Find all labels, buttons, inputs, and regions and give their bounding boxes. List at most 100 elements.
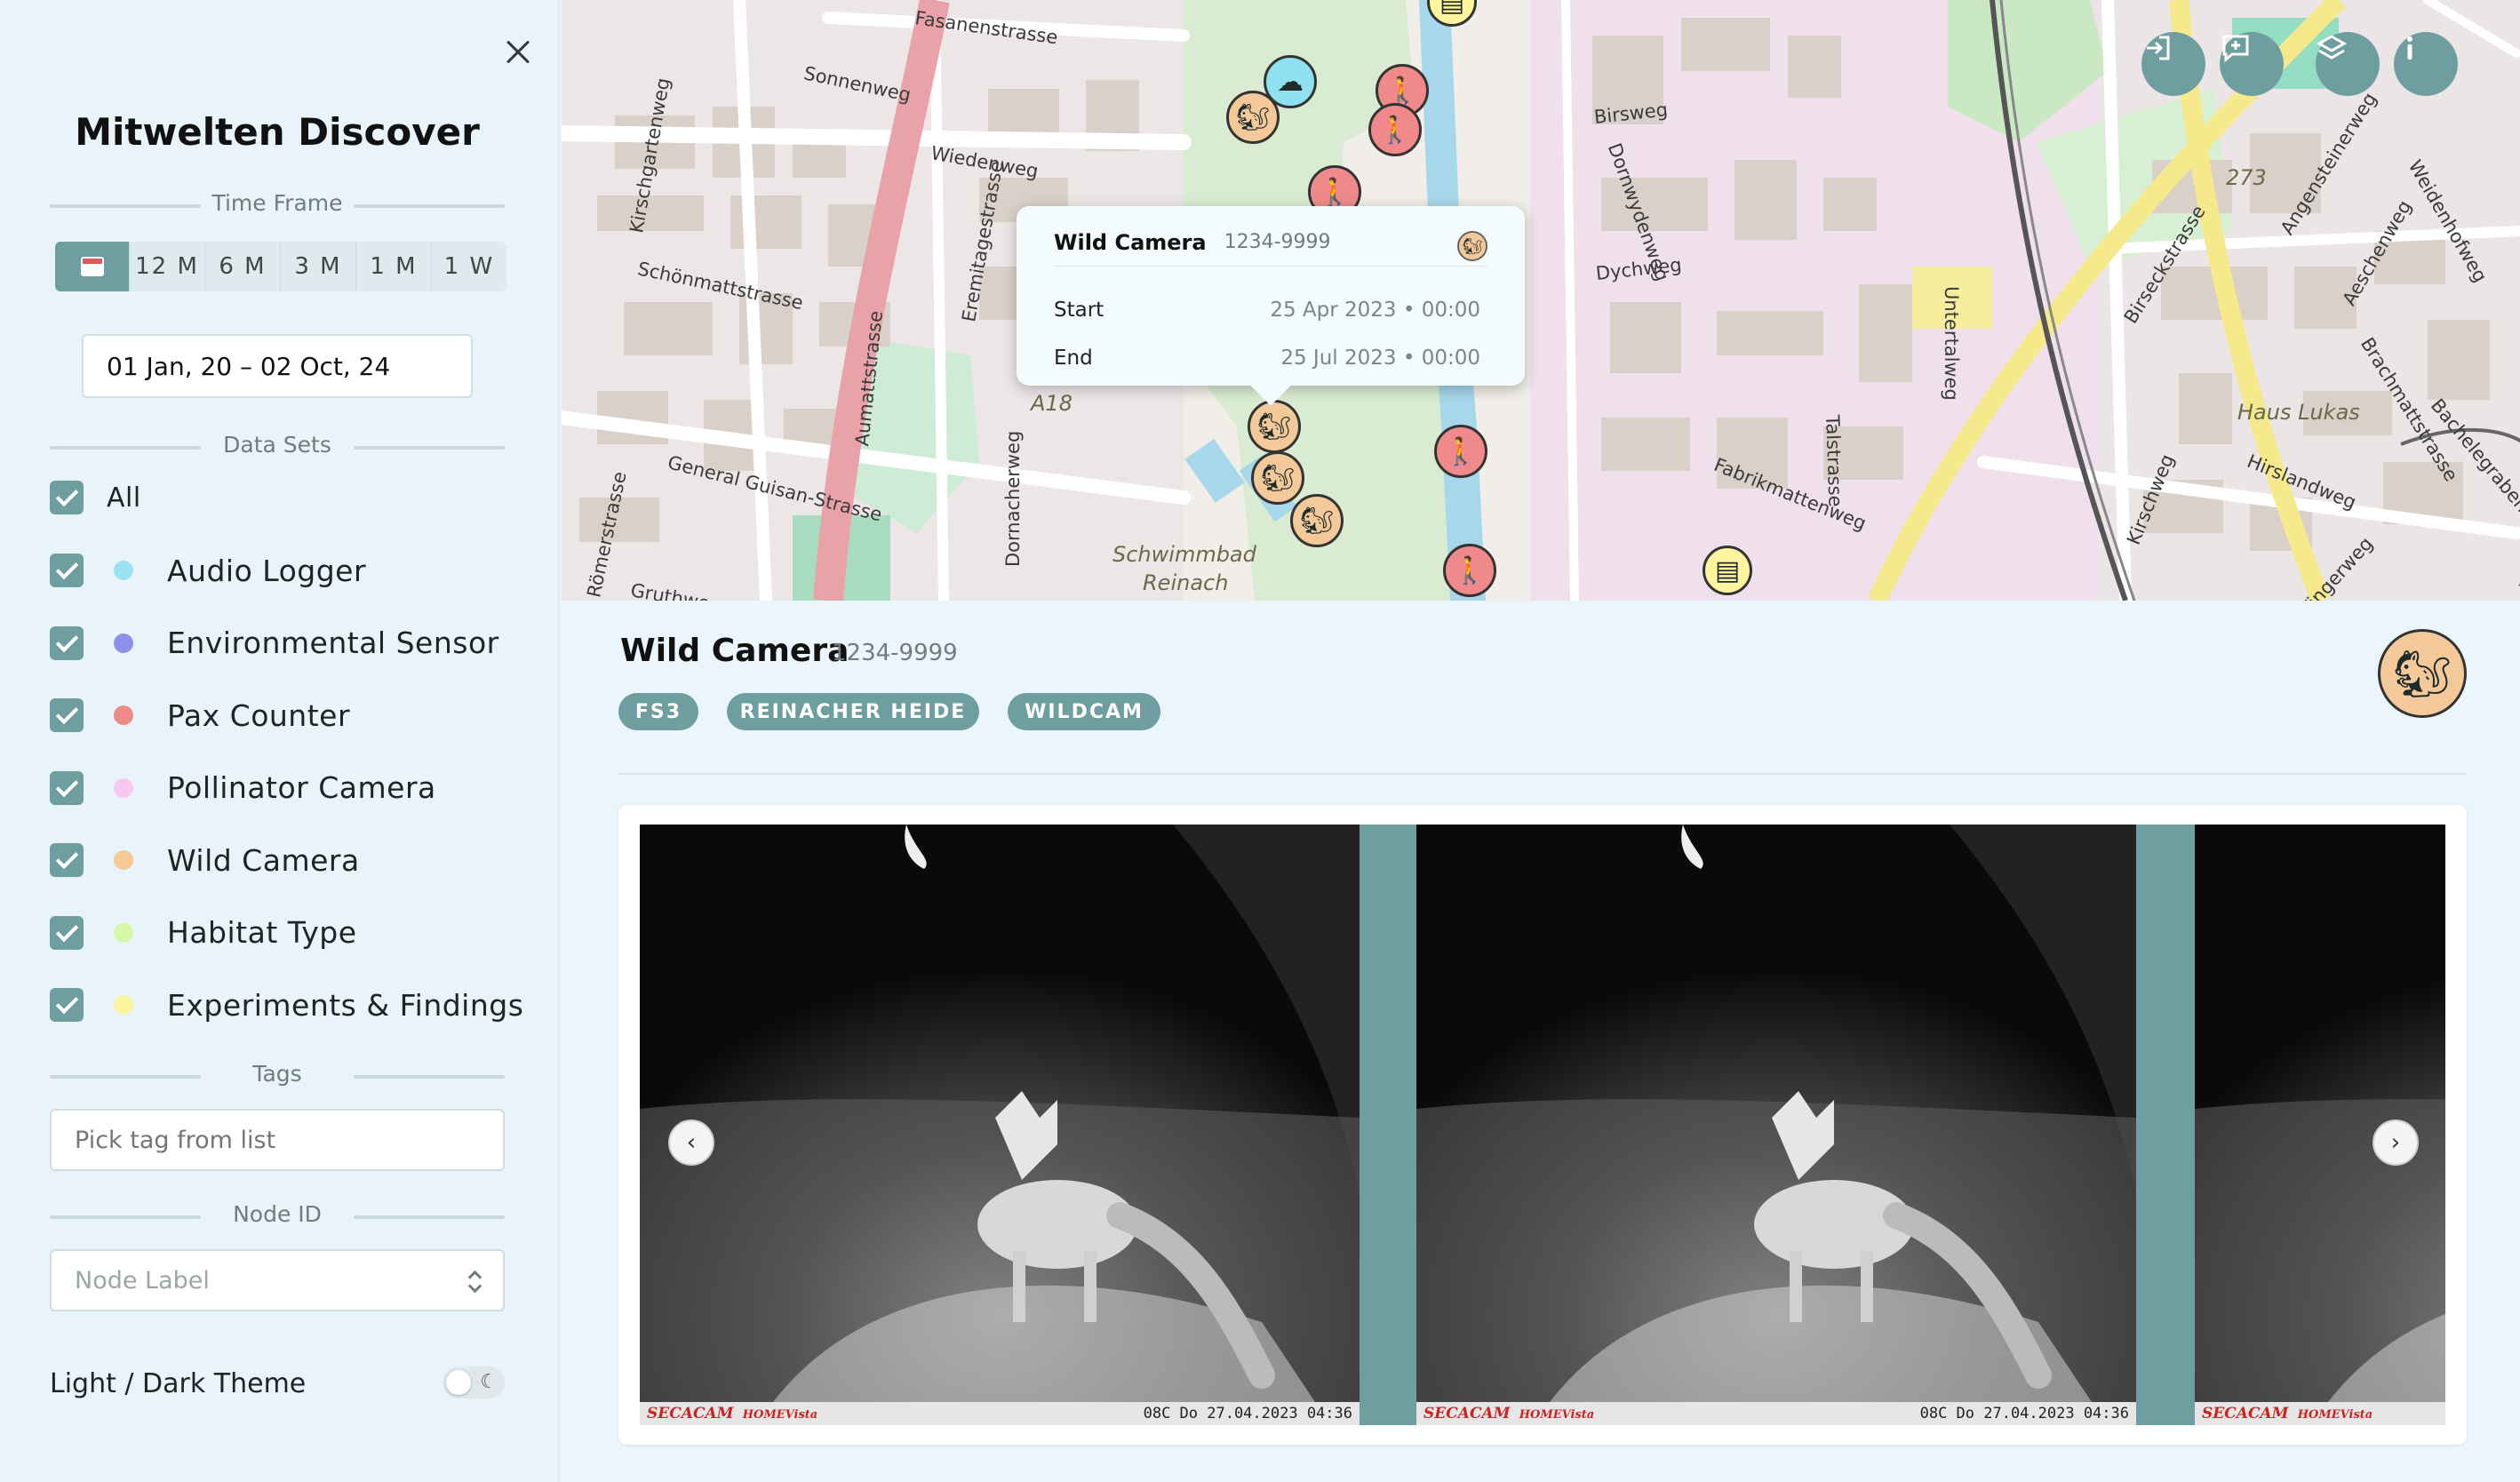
popup-header: Wild Camera 1234-9999 🐿 xyxy=(1054,230,1487,267)
squirrel-icon: 🐿 xyxy=(2378,629,2467,718)
time-frame-1m[interactable]: 1 M xyxy=(356,242,432,291)
map-marker-wild-camera[interactable]: 🐿 xyxy=(1248,400,1301,453)
calendar-button[interactable] xyxy=(55,242,130,291)
dataset-checkbox[interactable] xyxy=(50,698,84,732)
popup-end-label: End xyxy=(1054,347,1093,370)
theme-toggle[interactable]: ☾ xyxy=(443,1366,505,1398)
street-label: Dornacherweg xyxy=(1002,430,1024,567)
place-label: A18 xyxy=(1031,391,1073,416)
dataset-checkbox[interactable] xyxy=(50,915,84,950)
close-sidebar-icon[interactable] xyxy=(499,34,537,71)
info-icon xyxy=(2407,36,2412,60)
popup-end-row: End 25 Jul 2023 • 00:00 xyxy=(1054,347,1480,375)
photo-stamp-info: 08C Do 27.04.2023 04:36 xyxy=(1919,1405,2129,1422)
dataset-label: Audio Logger xyxy=(167,553,367,588)
dataset-row[interactable]: Habitat Type xyxy=(50,913,357,952)
dataset-label-all: All xyxy=(107,482,141,514)
dataset-row[interactable]: Experiments & Findings xyxy=(50,985,523,1024)
gallery-strip: SECACAM HOMEVista 08C Do 27.04.2023 04:36… xyxy=(640,825,2445,1425)
detail-title: Wild Camera xyxy=(620,633,849,669)
image-gallery: SECACAM HOMEVista 08C Do 27.04.2023 04:36… xyxy=(618,805,2467,1445)
fox-photo-image xyxy=(2195,825,2445,1402)
time-frame-6m[interactable]: 6 M xyxy=(205,242,281,291)
chevron-right-icon: › xyxy=(2390,1129,2401,1156)
map-marker-pax-counter[interactable]: 🚶 xyxy=(1434,425,1487,478)
gallery-next-button[interactable]: › xyxy=(2372,1119,2419,1166)
tags-label: Tags xyxy=(50,1061,505,1089)
photo-stamp-info: 08C Do 27.04.2023 04:36 xyxy=(1143,1405,1352,1422)
place-label: Schwimmbad xyxy=(1112,542,1256,567)
camera-photo[interactable]: SECACAM HOMEVista 08C Do 27.04.2023 04:36 xyxy=(640,825,1360,1425)
dataset-checkbox[interactable] xyxy=(50,843,84,877)
divider xyxy=(618,773,2467,775)
street-label: Talstrasse xyxy=(1822,414,1846,507)
street-label: Untertalweg xyxy=(1941,286,1962,401)
dataset-row[interactable]: Environmental Sensor xyxy=(50,624,499,663)
map-marker-pax-counter[interactable]: 🚶 xyxy=(1443,544,1496,597)
detail-id: 1234-9999 xyxy=(832,640,958,666)
photo-timestamp: SECACAM HOMEVista xyxy=(2195,1402,2445,1425)
tag-wildcam[interactable]: WILDCAM xyxy=(1008,693,1160,730)
date-range-input[interactable]: 01 Jan, 20 – 02 Oct, 24 xyxy=(82,334,473,398)
dataset-checkbox[interactable] xyxy=(50,554,84,587)
add-note-icon xyxy=(2222,35,2249,63)
photo-stamp-brand: SECACAM xyxy=(647,1405,734,1422)
data-sets-label: Data Sets xyxy=(50,432,505,460)
photo-stamp-sub: HOMEVista xyxy=(742,1408,818,1422)
map-marker-audio-logger[interactable]: ☁ xyxy=(1264,55,1317,108)
layers-button[interactable] xyxy=(2316,32,2380,96)
node-select-placeholder: Node Label xyxy=(75,1266,210,1295)
dataset-row[interactable]: Pax Counter xyxy=(50,696,350,735)
layers-icon xyxy=(2316,35,2348,60)
map[interactable]: Fasanenstrasse Sonnenweg Wiedenweg Kirschga… xyxy=(562,0,2520,601)
dataset-row[interactable]: Pollinator Camera xyxy=(50,769,436,808)
dataset-label: Pax Counter xyxy=(167,697,351,733)
photo-stamp-sub: HOMEVista xyxy=(2297,1408,2373,1422)
info-button[interactable] xyxy=(2394,32,2458,96)
photo-timestamp: SECACAM HOMEVista 08C Do 27.04.2023 04:36 xyxy=(640,1402,1360,1425)
popup-id: 1234-9999 xyxy=(1224,231,1331,253)
map-marker-wild-camera[interactable]: 🐿 xyxy=(1290,494,1344,547)
gallery-prev-button[interactable]: ‹ xyxy=(668,1119,714,1166)
popup-start-row: Start 25 Apr 2023 • 00:00 xyxy=(1054,299,1480,327)
node-select[interactable]: Node Label xyxy=(50,1249,505,1311)
photo-stamp-brand: SECACAM xyxy=(1423,1405,1511,1422)
popup-start-value: 25 Apr 2023 • 00:00 xyxy=(1270,299,1480,322)
time-frame-3m[interactable]: 3 M xyxy=(281,242,356,291)
dataset-row[interactable]: Wild Camera xyxy=(50,841,360,880)
dataset-color-dot xyxy=(114,705,133,725)
place-label: 273 xyxy=(2226,165,2267,190)
chevron-left-icon: ‹ xyxy=(686,1129,697,1156)
map-marker-wild-camera[interactable]: 🐿 xyxy=(1251,451,1304,505)
dataset-row-all[interactable]: All xyxy=(50,478,141,517)
login-button[interactable] xyxy=(2141,32,2205,96)
dataset-checkbox[interactable] xyxy=(50,770,84,805)
toggle-knob xyxy=(446,1370,471,1395)
dataset-label: Habitat Type xyxy=(167,915,357,950)
login-icon xyxy=(2147,36,2170,60)
dataset-row[interactable]: Audio Logger xyxy=(50,551,366,590)
dataset-color-dot xyxy=(114,850,133,870)
dataset-checkbox[interactable] xyxy=(50,625,84,660)
map-popup: Wild Camera 1234-9999 🐿 Start 25 Apr 202… xyxy=(1017,206,1525,386)
fox-photo-image xyxy=(640,825,1360,1402)
dataset-label: Pollinator Camera xyxy=(167,770,436,805)
camera-photo[interactable]: SECACAM HOMEVista 08C Do 27.04.2023 04:36 xyxy=(1416,825,2136,1425)
tag-reinacher-heide[interactable]: REINACHER HEIDE xyxy=(727,693,979,730)
dataset-color-dot xyxy=(114,561,133,580)
map-marker-pax-counter[interactable]: 🚶 xyxy=(1368,103,1422,156)
place-label: Reinach xyxy=(1143,570,1229,595)
map-marker-experiment[interactable]: ▤ xyxy=(1703,546,1752,595)
add-note-button[interactable] xyxy=(2220,32,2284,96)
checkbox-all[interactable] xyxy=(50,481,84,514)
time-frame-1w[interactable]: 1 W xyxy=(432,242,506,291)
tag-fs3[interactable]: FS3 xyxy=(618,693,698,730)
tag-input[interactable] xyxy=(50,1109,505,1171)
time-frame-12m[interactable]: 12 M xyxy=(130,242,205,291)
chevron-updown-icon xyxy=(467,1269,482,1295)
dataset-color-dot xyxy=(114,777,133,798)
dataset-checkbox[interactable] xyxy=(50,988,84,1022)
dataset-label: Wild Camera xyxy=(167,842,360,878)
place-label: Haus Lukas xyxy=(2237,400,2360,425)
dataset-label: Environmental Sensor xyxy=(167,625,499,660)
